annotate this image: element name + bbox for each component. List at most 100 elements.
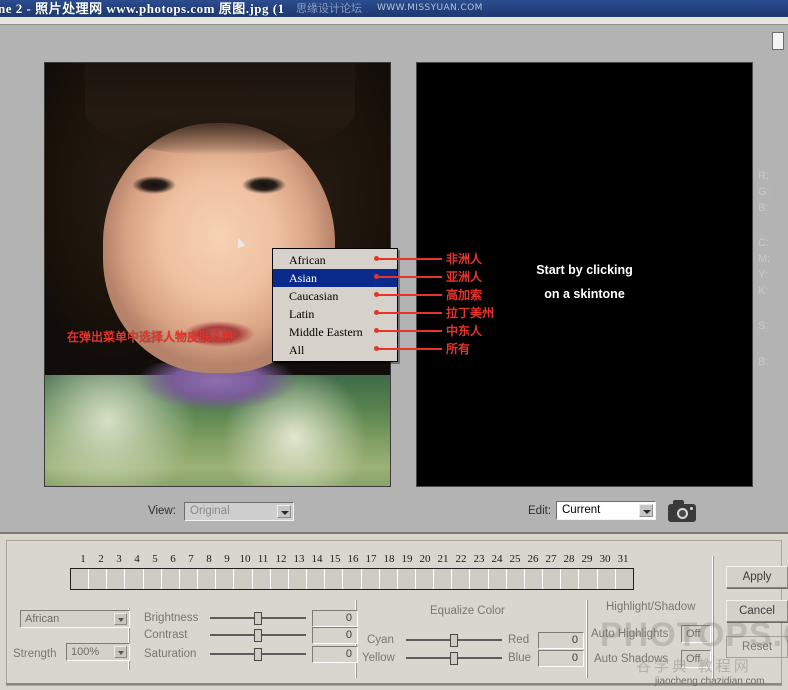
swatch-cell[interactable] [543,569,562,589]
annotation-line [378,276,442,278]
saturation-slider[interactable] [210,648,306,661]
chevron-down-icon[interactable] [114,646,127,658]
swatch-cell[interactable] [598,569,616,589]
view-select[interactable]: Original [184,502,294,521]
app-window: ne 2 - 照片处理网 www.photops.com 原图.jpg (1 思… [0,0,788,690]
chevron-down-icon[interactable] [639,504,653,517]
slider-knob[interactable] [254,612,262,625]
title-bar: ne 2 - 照片处理网 www.photops.com 原图.jpg (1 思… [0,0,788,17]
swatch-cell[interactable] [71,569,90,589]
swatch-number: 16 [347,553,359,565]
annotation-label-asian: 亚洲人 [446,270,483,284]
contrast-slider[interactable] [210,629,306,642]
readout-b: B: [758,202,769,214]
swatch-number-row: 1 2 3 4 5 6 7 8 9 10 11 12 13 14 15 16 1… [74,553,644,567]
annotation-line [378,330,442,332]
chevron-down-icon[interactable] [277,505,291,518]
swatch-number: 26 [527,553,539,565]
swatch-cell[interactable] [434,569,453,589]
ethnicity-select[interactable]: African [20,610,130,628]
blue-value[interactable]: 0 [538,650,584,667]
cancel-button[interactable]: Cancel [726,600,788,622]
swatch-cell[interactable] [470,569,489,589]
contrast-value[interactable]: 0 [312,627,358,644]
swatch-cell[interactable] [125,569,144,589]
brightness-slider[interactable] [210,612,306,625]
swatch-cell[interactable] [489,569,507,589]
site-watermark: WWW.MISSYUAN.COM [377,3,483,13]
cyan-red-slider[interactable] [406,634,502,647]
swatch-cell[interactable] [289,569,308,589]
swatch-number: 13 [293,553,305,565]
yellow-blue-slider[interactable] [406,652,502,665]
annotation-label-african: 非洲人 [446,252,483,266]
swatch-number: 8 [206,553,212,565]
swatch-number: 18 [383,553,395,565]
window-title: ne 2 - 照片处理网 www.photops.com 原图.jpg (1 [0,1,285,16]
annotation-label-middle-eastern: 中东人 [446,324,483,338]
reset-button[interactable]: Reset [726,636,788,658]
slider-knob[interactable] [450,634,458,647]
swatch-cell[interactable] [144,569,162,589]
auto-shadows-label: Auto Shadows [594,653,669,665]
swatch-number: 31 [617,553,629,565]
swatch-cell[interactable] [452,569,471,589]
swatch-cell[interactable] [579,569,598,589]
swatch-cell[interactable] [362,569,380,589]
photo-bangs [85,63,355,155]
swatch-cell[interactable] [507,569,525,589]
brightness-value[interactable]: 0 [312,610,358,627]
readout-y: Y: [758,269,768,281]
chevron-down-icon[interactable] [114,613,127,625]
auto-highlights-select[interactable]: Off [681,625,711,643]
camera-icon[interactable] [668,500,696,522]
blue-label: Blue [508,652,532,664]
swatch-cell[interactable] [561,569,580,589]
title-bar-underline [0,17,788,24]
swatch-cell[interactable] [380,569,398,589]
readout-s: S: [758,320,769,332]
swatch-cell[interactable] [307,569,326,589]
slider-knob[interactable] [254,629,262,642]
swatch-cell[interactable] [525,569,544,589]
swatch-cell[interactable] [271,569,289,589]
camera-lens [677,508,688,519]
swatch-number: 6 [170,553,176,565]
red-value[interactable]: 0 [538,632,584,649]
corner-indicator[interactable] [772,32,784,50]
swatch-strip[interactable] [70,568,634,590]
swatch-cell[interactable] [107,569,126,589]
swatch-number: 25 [509,553,521,565]
swatch-number: 14 [311,553,323,565]
divider-3 [586,600,588,678]
swatch-cell[interactable] [253,569,271,589]
swatch-number: 4 [134,553,140,565]
strength-select[interactable]: 100% [66,643,130,661]
annotation-line [378,258,442,260]
saturation-value[interactable]: 0 [312,646,358,663]
swatch-cell[interactable] [234,569,253,589]
readout-k: K: [758,285,769,297]
swatch-cell[interactable] [162,569,180,589]
swatch-cell[interactable] [89,569,108,589]
auto-highlights-value: Off [686,628,701,640]
swatch-cell[interactable] [216,569,235,589]
swatch-number: 9 [224,553,230,565]
readout-g: G: [758,186,770,198]
skintone-menu[interactable]: African Asian Caucasian Latin Middle Eas… [272,248,398,362]
slider-knob[interactable] [450,652,458,665]
swatch-cell[interactable] [398,569,416,589]
apply-button[interactable]: Apply [726,566,788,588]
swatch-cell[interactable] [616,569,633,589]
swatch-cell[interactable] [180,569,199,589]
auto-shadows-select[interactable]: Off [681,650,711,668]
ethnicity-select-value: African [25,613,60,625]
bottom-watermark: jiaocheng.chazidian.com [655,676,765,687]
swatch-cell[interactable] [343,569,362,589]
swatch-cell[interactable] [198,569,217,589]
slider-knob[interactable] [254,648,262,661]
annotation-line [378,348,442,350]
swatch-cell[interactable] [325,569,344,589]
swatch-cell[interactable] [416,569,435,589]
edit-select[interactable]: Current [556,501,656,520]
